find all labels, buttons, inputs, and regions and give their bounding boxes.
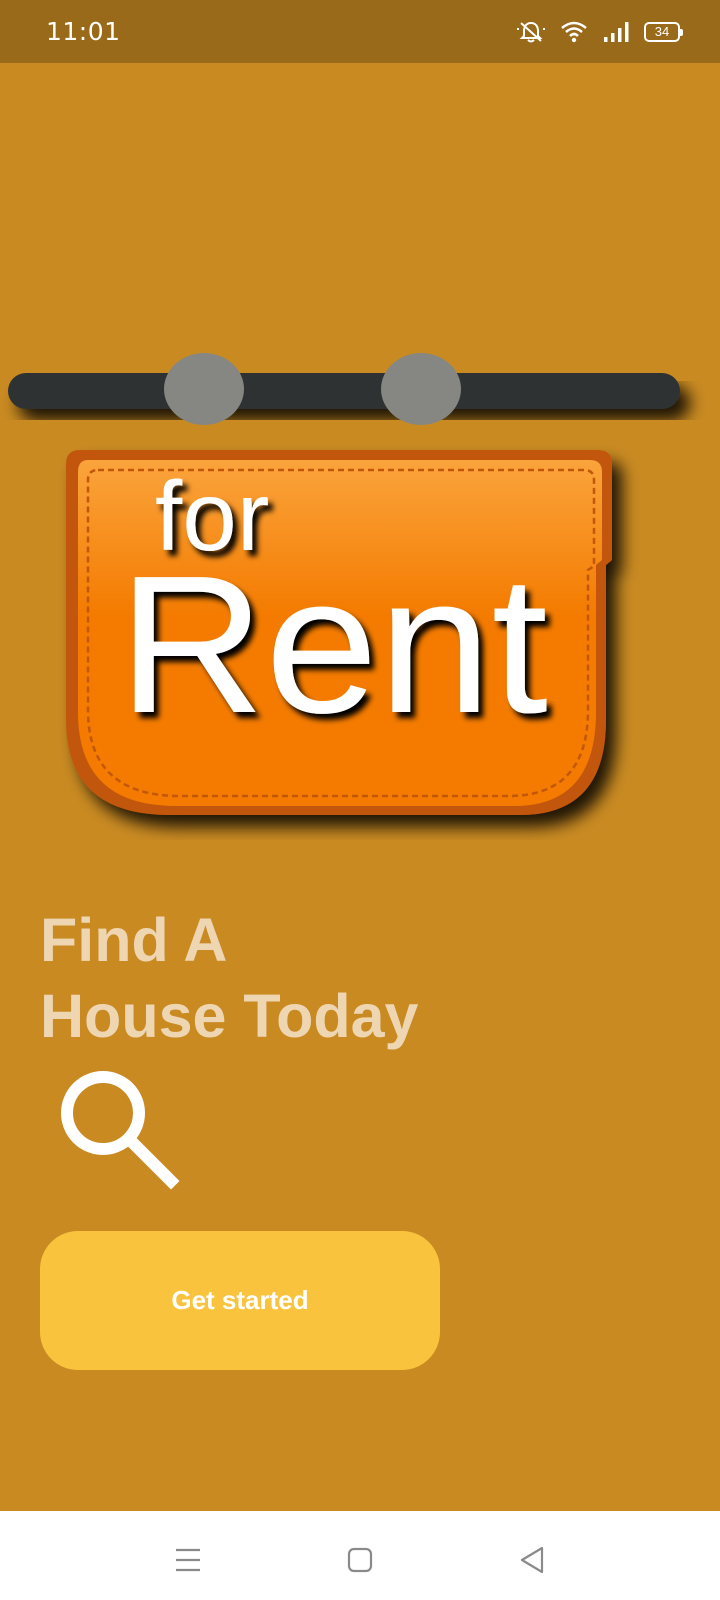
home-square-icon[interactable] bbox=[340, 1540, 380, 1580]
battery-level: 34 bbox=[654, 24, 670, 39]
signal-icon bbox=[602, 20, 630, 44]
headline: Find A House Today bbox=[40, 902, 418, 1054]
screen: 11:01 34 for Rent Find A House Today Get… bbox=[0, 0, 720, 1600]
back-triangle-icon[interactable] bbox=[512, 1540, 552, 1580]
battery-icon: 34 bbox=[644, 21, 683, 42]
status-icons: 34 bbox=[516, 20, 683, 44]
search-icon bbox=[58, 1068, 182, 1197]
headline-line-1: Find A bbox=[40, 906, 228, 974]
status-bar: 11:01 34 bbox=[0, 0, 720, 63]
wifi-icon bbox=[560, 20, 588, 44]
mute-icon bbox=[516, 20, 546, 44]
sign-text-rent: Rent bbox=[118, 535, 548, 754]
ring-right bbox=[381, 353, 461, 425]
ring-left bbox=[164, 353, 244, 425]
headline-line-2: House Today bbox=[40, 982, 419, 1050]
get-started-button[interactable]: Get started bbox=[40, 1231, 440, 1370]
for-rent-sign-illustration: for Rent bbox=[0, 340, 720, 840]
menu-icon[interactable] bbox=[168, 1540, 208, 1580]
status-time: 11:01 bbox=[46, 17, 121, 46]
hanging-rod bbox=[8, 373, 680, 409]
